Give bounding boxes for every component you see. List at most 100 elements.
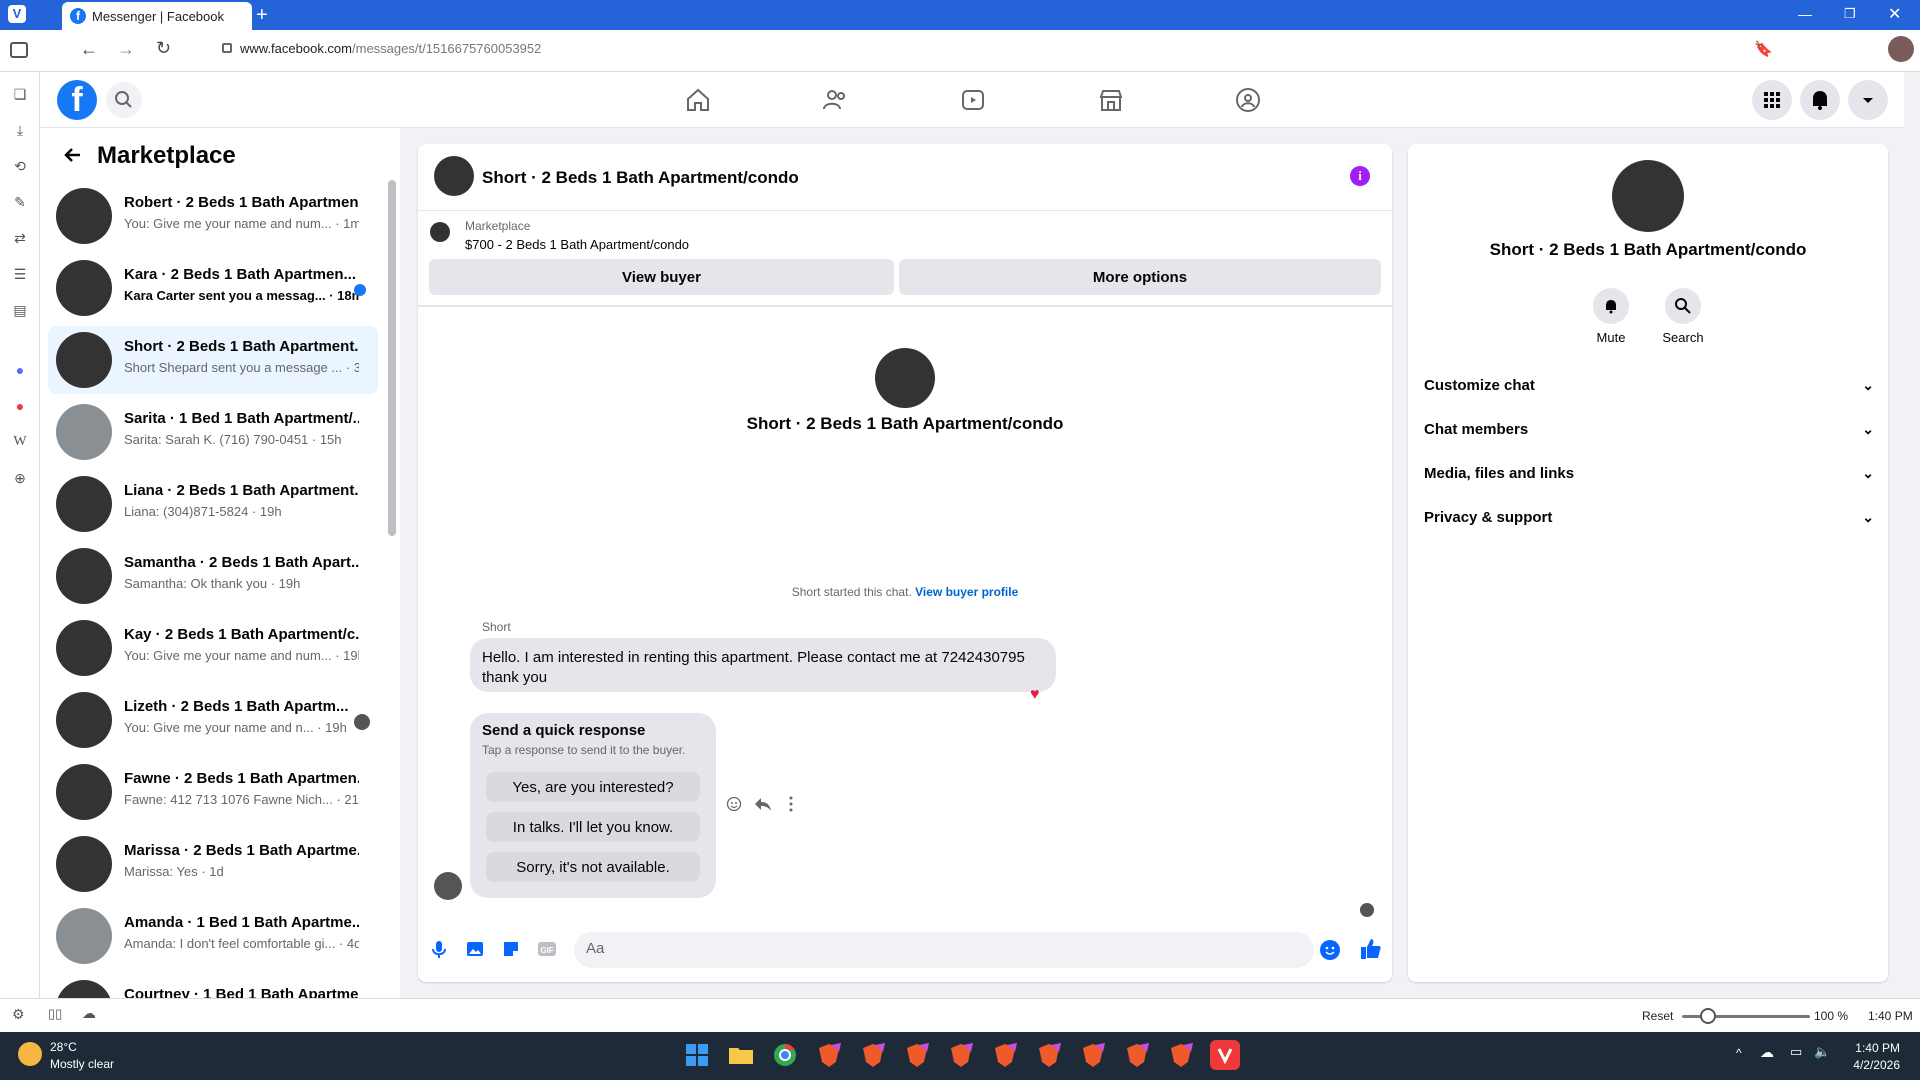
conversation-item[interactable]: Fawne · 2 Beds 1 Bath Apartmen... Fawne: … — [48, 758, 378, 826]
groups-nav-icon[interactable] — [1234, 86, 1262, 114]
menu-grid-button[interactable] — [1752, 80, 1792, 120]
conversation-item[interactable]: Amanda · 1 Bed 1 Bath Apartme... Amanda: … — [48, 902, 378, 970]
translate-panel-icon[interactable]: ⇄ — [11, 230, 29, 248]
zoom-slider-handle[interactable] — [1700, 1008, 1716, 1024]
downloads-panel-icon[interactable]: ⤓ — [11, 122, 29, 140]
back-icon[interactable]: ← — [80, 39, 98, 60]
taskbar-time[interactable]: 1:40 PM — [1840, 1041, 1900, 1055]
heart-reaction-icon[interactable]: ♥ — [1030, 686, 1040, 704]
brave-taskbar-icon[interactable] — [858, 1040, 888, 1070]
quick-reply-button[interactable]: Sorry, it's not available. — [486, 852, 700, 882]
settings-icon[interactable]: ⚙ — [12, 1006, 25, 1023]
weather-description[interactable]: Mostly clear — [50, 1057, 114, 1071]
gif-icon[interactable]: GIF — [536, 938, 558, 960]
chat-members-section[interactable]: Chat members ⌄ — [1424, 407, 1874, 451]
cloud-sync-icon[interactable]: ☁ — [82, 1005, 96, 1022]
onedrive-icon[interactable]: ☁ — [1760, 1044, 1774, 1061]
listing-title[interactable]: $700 - 2 Beds 1 Bath Apartment/condo — [465, 237, 689, 252]
conversation-item[interactable]: Samantha · 2 Beds 1 Bath Apart... Samanth… — [48, 542, 378, 610]
brave-taskbar-icon[interactable] — [814, 1040, 844, 1070]
bookmark-icon[interactable]: 🔖 — [1754, 40, 1773, 58]
sticker-icon[interactable] — [500, 938, 522, 960]
vivaldi-menu-icon[interactable]: V — [8, 5, 26, 23]
add-panel-icon[interactable]: ⊕ — [11, 470, 29, 488]
conversation-item[interactable]: Marissa · 2 Beds 1 Bath Apartme... Mariss… — [48, 830, 378, 898]
customize-chat-section[interactable]: Customize chat ⌄ — [1424, 363, 1874, 407]
more-options-button[interactable]: More options — [899, 259, 1381, 295]
weather-temperature[interactable]: 28°C — [50, 1040, 77, 1054]
brave-taskbar-icon[interactable] — [1078, 1040, 1108, 1070]
chat-avatar[interactable] — [434, 156, 474, 196]
conversation-item[interactable]: Kara · 2 Beds 1 Bath Apartmen... Kara Car… — [48, 254, 378, 322]
start-menu-icon[interactable] — [682, 1040, 712, 1070]
vivaldi-icon[interactable]: ● — [11, 398, 29, 416]
search-button[interactable] — [106, 82, 142, 118]
chat-title[interactable]: Short · 2 Beds 1 Bath Apartment/condo — [482, 168, 799, 188]
details-avatar[interactable] — [1612, 160, 1684, 232]
reply-icon[interactable] — [754, 796, 772, 812]
microphone-icon[interactable] — [428, 938, 450, 960]
conversation-item[interactable]: Robert · 2 Beds 1 Bath Apartmen... You: G… — [48, 182, 378, 250]
reload-icon[interactable]: ↻ — [156, 38, 171, 59]
chrome-icon[interactable] — [770, 1040, 800, 1070]
brave-taskbar-icon[interactable] — [1166, 1040, 1196, 1070]
minimize-button[interactable]: — — [1798, 6, 1812, 22]
more-actions-icon[interactable] — [788, 794, 794, 814]
file-explorer-icon[interactable] — [726, 1040, 756, 1070]
conversation-item[interactable]: Lizeth · 2 Beds 1 Bath Apartm... You: Giv… — [48, 686, 378, 754]
profile-avatar[interactable] — [1888, 36, 1914, 62]
mastodon-icon[interactable]: ● — [11, 362, 29, 380]
bookmarks-panel-icon[interactable]: ❏ — [11, 86, 29, 104]
friends-nav-icon[interactable] — [821, 86, 849, 114]
search-conversation-button[interactable] — [1665, 288, 1701, 324]
tile-icon[interactable]: ▯▯ — [48, 1006, 62, 1022]
url-field[interactable]: www.facebook.com/messages/t/151667576005… — [240, 41, 541, 56]
conversation-item[interactable]: Sarita · 1 Bed 1 Bath Apartment/... Sarit… — [48, 398, 378, 466]
zoom-reset-button[interactable]: Reset — [1642, 1009, 1673, 1023]
window-panel-icon[interactable]: ☰ — [11, 266, 29, 284]
video-nav-icon[interactable] — [959, 86, 987, 114]
brave-taskbar-icon[interactable] — [1034, 1040, 1064, 1070]
marketplace-nav-icon[interactable] — [1097, 86, 1125, 114]
sender-avatar[interactable] — [434, 872, 462, 900]
weather-moon-icon[interactable] — [18, 1042, 42, 1066]
message-input[interactable]: Aa — [574, 932, 1314, 968]
notifications-button[interactable] — [1800, 80, 1840, 120]
network-icon[interactable]: ▭ — [1790, 1044, 1802, 1060]
volume-icon[interactable]: 🔈 — [1814, 1044, 1830, 1060]
facebook-logo[interactable]: f — [57, 80, 97, 120]
home-nav-icon[interactable] — [684, 86, 712, 114]
view-buyer-button[interactable]: View buyer — [429, 259, 894, 295]
info-icon[interactable]: i — [1350, 166, 1370, 186]
back-arrow-icon[interactable] — [62, 144, 84, 166]
forward-icon[interactable]: → — [117, 39, 135, 60]
brave-taskbar-icon[interactable] — [990, 1040, 1020, 1070]
wikipedia-icon[interactable]: W — [11, 434, 29, 452]
history-panel-icon[interactable]: ⟲ — [11, 158, 29, 176]
brave-taskbar-icon[interactable] — [902, 1040, 932, 1070]
new-tab-button[interactable]: + — [256, 4, 268, 27]
vivaldi-taskbar-icon[interactable] — [1210, 1040, 1240, 1070]
media-files-links-section[interactable]: Media, files and links ⌄ — [1424, 451, 1874, 495]
taskbar-date[interactable]: 4/2/2026 — [1840, 1058, 1900, 1072]
view-buyer-profile-link[interactable]: View buyer profile — [915, 585, 1018, 599]
thumbs-up-icon[interactable] — [1358, 936, 1384, 962]
quick-reply-button[interactable]: In talks. I'll let you know. — [486, 812, 700, 842]
emoji-icon[interactable] — [1320, 940, 1340, 960]
close-window-button[interactable]: ✕ — [1888, 4, 1901, 24]
notes-panel-icon[interactable]: ✎ — [11, 194, 29, 212]
browser-tab[interactable]: f Messenger | Facebook — [62, 2, 252, 30]
brave-taskbar-icon[interactable] — [946, 1040, 976, 1070]
account-menu-button[interactable] — [1848, 80, 1888, 120]
react-icon[interactable] — [726, 796, 742, 812]
photo-icon[interactable] — [464, 938, 486, 960]
conversation-item[interactable]: Kay · 2 Beds 1 Bath Apartment/c... You: G… — [48, 614, 378, 682]
conversation-scrollbar[interactable] — [388, 180, 396, 536]
brave-taskbar-icon[interactable] — [1122, 1040, 1152, 1070]
mute-button[interactable] — [1593, 288, 1629, 324]
tray-chevron-icon[interactable]: ^ — [1736, 1046, 1742, 1060]
privacy-support-section[interactable]: Privacy & support ⌄ — [1424, 495, 1874, 539]
maximize-button[interactable]: ❐ — [1844, 6, 1856, 22]
contact-avatar-large[interactable] — [875, 348, 935, 408]
quick-reply-button[interactable]: Yes, are you interested? — [486, 772, 700, 802]
